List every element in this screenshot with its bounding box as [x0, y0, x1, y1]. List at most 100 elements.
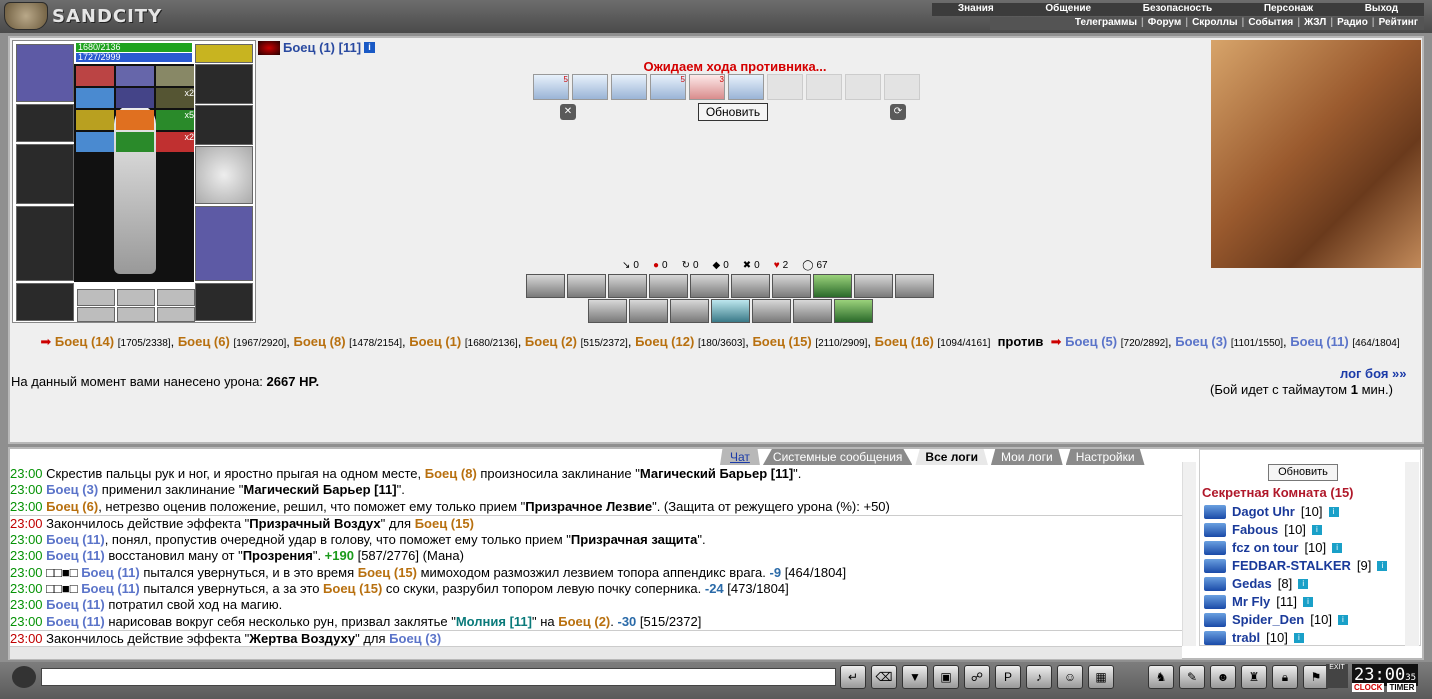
user-row[interactable]: fcz on tour [10] i: [1204, 539, 1387, 557]
spell-slot[interactable]: [611, 74, 647, 100]
team1-fighter[interactable]: Боец (8): [294, 334, 346, 349]
user-name[interactable]: Fabous: [1232, 521, 1278, 539]
submenu-rating[interactable]: Рейтинг: [1379, 17, 1418, 30]
user-row[interactable]: Gedas [8] i: [1204, 575, 1387, 593]
user-name[interactable]: Spider_Den: [1232, 611, 1304, 629]
users-scrollbar[interactable]: [1405, 462, 1419, 646]
trick-button[interactable]: [711, 299, 750, 323]
rune-slot-3[interactable]: [157, 289, 195, 306]
user-info-icon[interactable]: i: [1298, 579, 1309, 589]
user-row[interactable]: Spider_Den [10] i: [1204, 611, 1387, 629]
trick-button[interactable]: [731, 274, 770, 298]
rune-slot-4[interactable]: [77, 307, 115, 322]
spell-slot[interactable]: 5: [533, 74, 569, 100]
team2-fighter[interactable]: Боец (5): [1065, 334, 1117, 349]
log-fighter-link[interactable]: Боец (11): [46, 548, 105, 563]
send-icon[interactable]: ↵: [840, 665, 866, 689]
user-info-icon[interactable]: i: [1377, 561, 1388, 571]
menu-knowledge[interactable]: Знания: [958, 3, 994, 16]
private-message-icon[interactable]: [1204, 559, 1226, 573]
app-logo[interactable]: SANDCITY: [4, 2, 162, 30]
log-fighter-link[interactable]: Боец (15): [358, 565, 417, 580]
defense-right-icon[interactable]: ⟳: [890, 104, 906, 120]
trick-button[interactable]: [567, 274, 606, 298]
log-fighter-link[interactable]: Боец (11): [81, 565, 140, 580]
spell-slot[interactable]: [728, 74, 764, 100]
inventory-item[interactable]: [156, 66, 194, 86]
log-fighter-link[interactable]: Боец (11): [46, 597, 105, 612]
menu-character[interactable]: Персонаж: [1264, 3, 1313, 16]
user-info-icon[interactable]: i: [1303, 597, 1314, 607]
private-message-icon[interactable]: [1204, 505, 1226, 519]
refresh-button[interactable]: Обновить: [698, 103, 768, 121]
private-message-icon[interactable]: [1204, 613, 1226, 627]
tab-chat[interactable]: Чат: [720, 449, 760, 465]
user-name[interactable]: Mr Fly: [1232, 593, 1270, 611]
filter-icon[interactable]: ▼: [902, 665, 928, 689]
user-info-icon[interactable]: i: [1293, 633, 1304, 643]
inventory-item[interactable]: x2: [156, 132, 194, 152]
inventory-item[interactable]: x2: [156, 88, 194, 108]
log-fighter-link[interactable]: Боец (3): [46, 482, 98, 497]
trick-button[interactable]: [690, 274, 729, 298]
trick-button[interactable]: [895, 274, 934, 298]
users-refresh-button[interactable]: Обновить: [1268, 464, 1338, 481]
log-fighter-link[interactable]: Боец (15): [323, 581, 382, 596]
trick-button[interactable]: [608, 274, 647, 298]
rune-slot-1[interactable]: [77, 289, 115, 306]
opponent-name[interactable]: Боец (1) [11]: [283, 40, 361, 55]
spell-slot[interactable]: [572, 74, 608, 100]
trick-button[interactable]: [752, 299, 791, 323]
user-name[interactable]: trabl: [1232, 629, 1260, 647]
inventory-item[interactable]: [116, 88, 154, 108]
user-row[interactable]: Mr Fly [11] i: [1204, 593, 1387, 611]
emoticon-icon[interactable]: [12, 666, 36, 688]
menu-communication[interactable]: Общение: [1045, 3, 1091, 16]
team2-fighter[interactable]: Боец (11): [1290, 334, 1349, 349]
info-icon[interactable]: i: [364, 42, 376, 53]
user-name[interactable]: Dagot Uhr: [1232, 503, 1295, 521]
user-name[interactable]: FEDBAR-STALKER: [1232, 557, 1351, 575]
inventory-item[interactable]: x5: [156, 110, 194, 130]
log-fighter-link[interactable]: Боец (11): [81, 581, 140, 596]
boots-slot[interactable]: [195, 283, 253, 321]
menu-exit[interactable]: Выход: [1365, 3, 1398, 16]
rune-slot-2[interactable]: [117, 289, 155, 306]
submenu-radio[interactable]: Радио: [1337, 17, 1368, 30]
battle-log-link[interactable]: лог боя »»: [1340, 366, 1407, 381]
log-fighter-link[interactable]: Боец (3): [389, 631, 441, 646]
log-fighter-link[interactable]: Боец (15): [415, 516, 474, 531]
leggings-slot[interactable]: [195, 206, 253, 281]
log-fighter-link[interactable]: Боец (2): [558, 614, 610, 629]
private-message-icon[interactable]: [1204, 595, 1226, 609]
necklace-slot[interactable]: [16, 104, 74, 142]
private-icon[interactable]: P: [995, 665, 1021, 689]
quests-icon[interactable]: ✎: [1179, 665, 1205, 689]
smiley-icon[interactable]: ☺: [1057, 665, 1083, 689]
weapon-slot[interactable]: [16, 144, 74, 204]
trick-button[interactable]: [649, 274, 688, 298]
trick-button[interactable]: [629, 299, 668, 323]
log-fighter-link[interactable]: Боец (8): [425, 466, 477, 481]
user-info-icon[interactable]: i: [1332, 543, 1343, 553]
map-icon[interactable]: ▦: [1088, 665, 1114, 689]
team2-fighter[interactable]: Боец (3): [1175, 334, 1227, 349]
user-row[interactable]: Fabous [10] i: [1204, 521, 1387, 539]
exit-button[interactable]: EXIT: [1326, 664, 1348, 688]
menu-security[interactable]: Безопасность: [1143, 3, 1212, 16]
log-fighter-link[interactable]: Боец (11): [46, 532, 105, 547]
inventory-item[interactable]: [116, 66, 154, 86]
team1-fighter[interactable]: Боец (1): [409, 334, 461, 349]
spell-slot[interactable]: 5: [650, 74, 686, 100]
team1-fighter[interactable]: Боец (14): [55, 334, 114, 349]
team1-fighter[interactable]: Боец (12): [635, 334, 694, 349]
spell-slot-empty[interactable]: [806, 74, 842, 100]
armor-slot[interactable]: [16, 206, 74, 281]
trick-button[interactable]: [813, 274, 852, 298]
trick-button[interactable]: [526, 274, 565, 298]
user-name[interactable]: Gedas: [1232, 575, 1272, 593]
user-info-icon[interactable]: i: [1311, 525, 1322, 535]
gloves-slot[interactable]: [195, 105, 253, 145]
walk-icon[interactable]: ☍: [964, 665, 990, 689]
trick-button[interactable]: [793, 299, 832, 323]
